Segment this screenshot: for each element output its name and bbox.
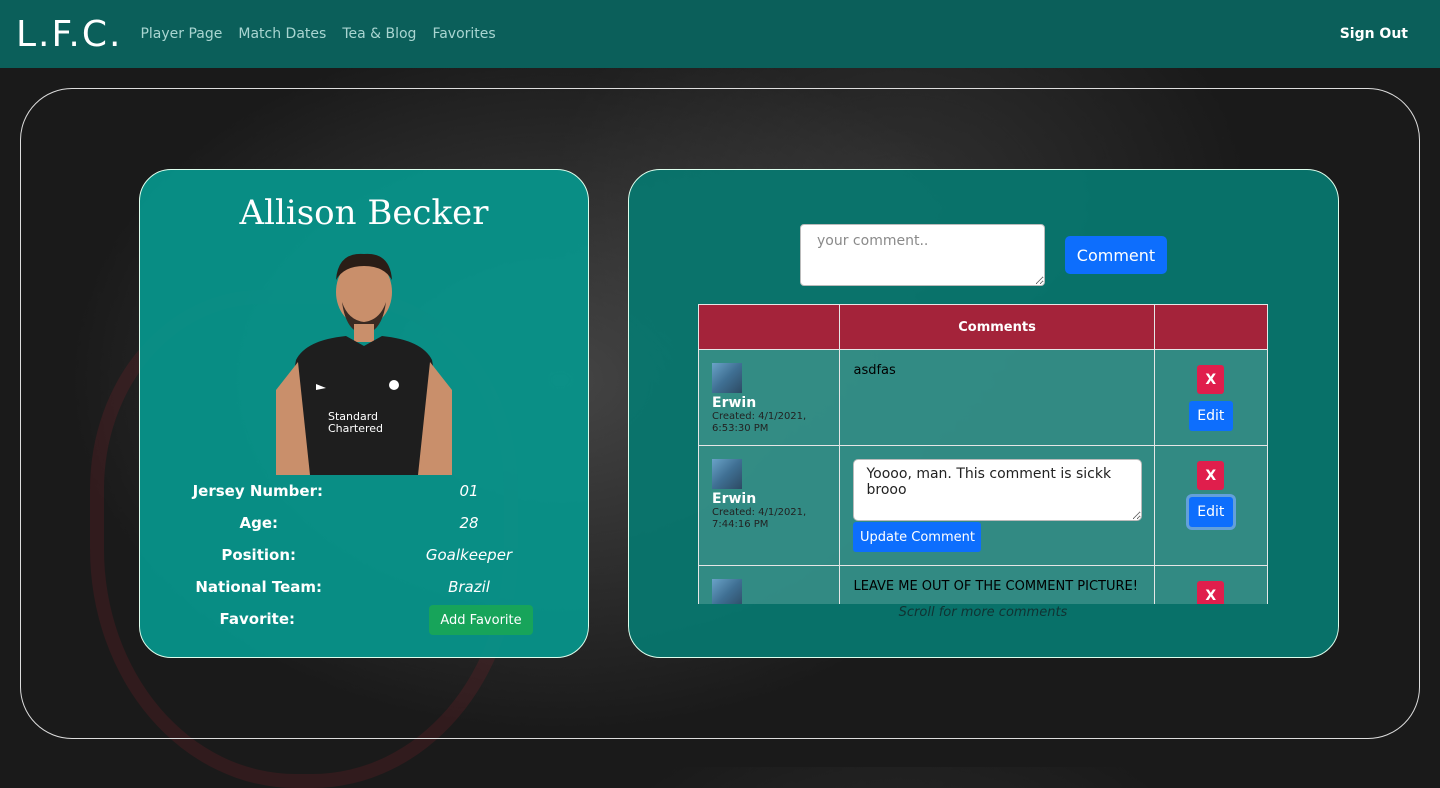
stat-label-national-team: National Team: [195,578,322,596]
comment-author: Erwin [712,491,757,507]
stat-value-age: 28 [459,514,479,532]
edit-comment-button[interactable]: Edit [1188,497,1233,527]
edit-comment-button[interactable]: Edit [1188,401,1233,431]
comment-cell: Update Comment [839,445,1155,566]
delete-comment-button[interactable]: X [1197,581,1225,604]
update-comment-button[interactable]: Update Comment [853,522,982,552]
comments-table: Comments Erwin Created: 4/1/2021, 6:53:3… [698,304,1268,604]
player-photo: Standard Chartered [276,253,452,475]
author-cell: Erwin Created: 4/1/2021, 7:44:16 PM [698,445,841,566]
actions-cell: X Edit [1153,445,1268,566]
comment-created: Created: 4/1/2021, 7:44:16 PM [712,507,807,530]
actions-cell: X [1153,565,1268,604]
nav-link-favorites[interactable]: Favorites [432,26,495,42]
nav-links: Player Page Match Dates Tea & Blog Favor… [140,26,511,42]
comment-author: Erwin [712,395,757,411]
avatar [712,579,742,604]
stat-label-age: Age: [239,514,278,532]
stat-value-national-team: Brazil [448,578,490,596]
table-row: Erwin Created: 4/1/2021, 7:44:16 PM Upda… [698,445,1268,566]
table-row: Erwin Created: 4/1/2021, 6:53:30 PM asdf… [698,349,1268,446]
scroll-hint: Scroll for more comments [898,605,1068,620]
table-row: LEAVE ME OUT OF THE COMMENT PICTURE! X [698,565,1268,604]
author-cell [698,565,841,604]
nav-link-player-page[interactable]: Player Page [140,26,222,42]
avatar [712,459,742,489]
avatar [712,363,742,393]
comment-cell: asdfas [839,349,1155,446]
comment-created: Created: 4/1/2021, 6:53:30 PM [712,411,807,434]
player-name: Allison Becker [239,193,489,233]
navbar: L.F.C. Player Page Match Dates Tea & Blo… [0,0,1440,68]
table-header-row: Comments [698,304,1268,350]
author-cell: Erwin Created: 4/1/2021, 6:53:30 PM [698,349,841,446]
header-cell-comments: Comments [839,304,1155,350]
nav-link-match-dates[interactable]: Match Dates [238,26,326,42]
stat-label-position: Position: [221,546,296,564]
svg-text:Chartered: Chartered [328,422,383,435]
stat-value-position: Goalkeeper [425,546,513,564]
header-cell-author [698,304,841,350]
comments-table-scroll[interactable]: Comments Erwin Created: 4/1/2021, 6:53:3… [698,304,1268,604]
sign-out-link[interactable]: Sign Out [1340,26,1408,42]
delete-comment-button[interactable]: X [1197,461,1225,490]
nav-link-tea-blog[interactable]: Tea & Blog [342,26,416,42]
header-cell-actions [1153,304,1268,350]
delete-comment-button[interactable]: X [1197,365,1225,394]
comment-cell: LEAVE ME OUT OF THE COMMENT PICTURE! [839,565,1155,604]
comment-text: LEAVE ME OUT OF THE COMMENT PICTURE! [853,579,1138,594]
comment-text: asdfas [853,363,896,378]
stat-label-jersey: Jersey Number: [192,482,323,500]
brand-logo[interactable]: L.F.C. [16,14,122,55]
actions-cell: X Edit [1153,349,1268,446]
comment-input[interactable] [800,224,1045,286]
edit-comment-input[interactable] [853,459,1143,521]
stat-value-jersey: 01 [459,482,479,500]
comment-submit-button[interactable]: Comment [1065,236,1167,274]
